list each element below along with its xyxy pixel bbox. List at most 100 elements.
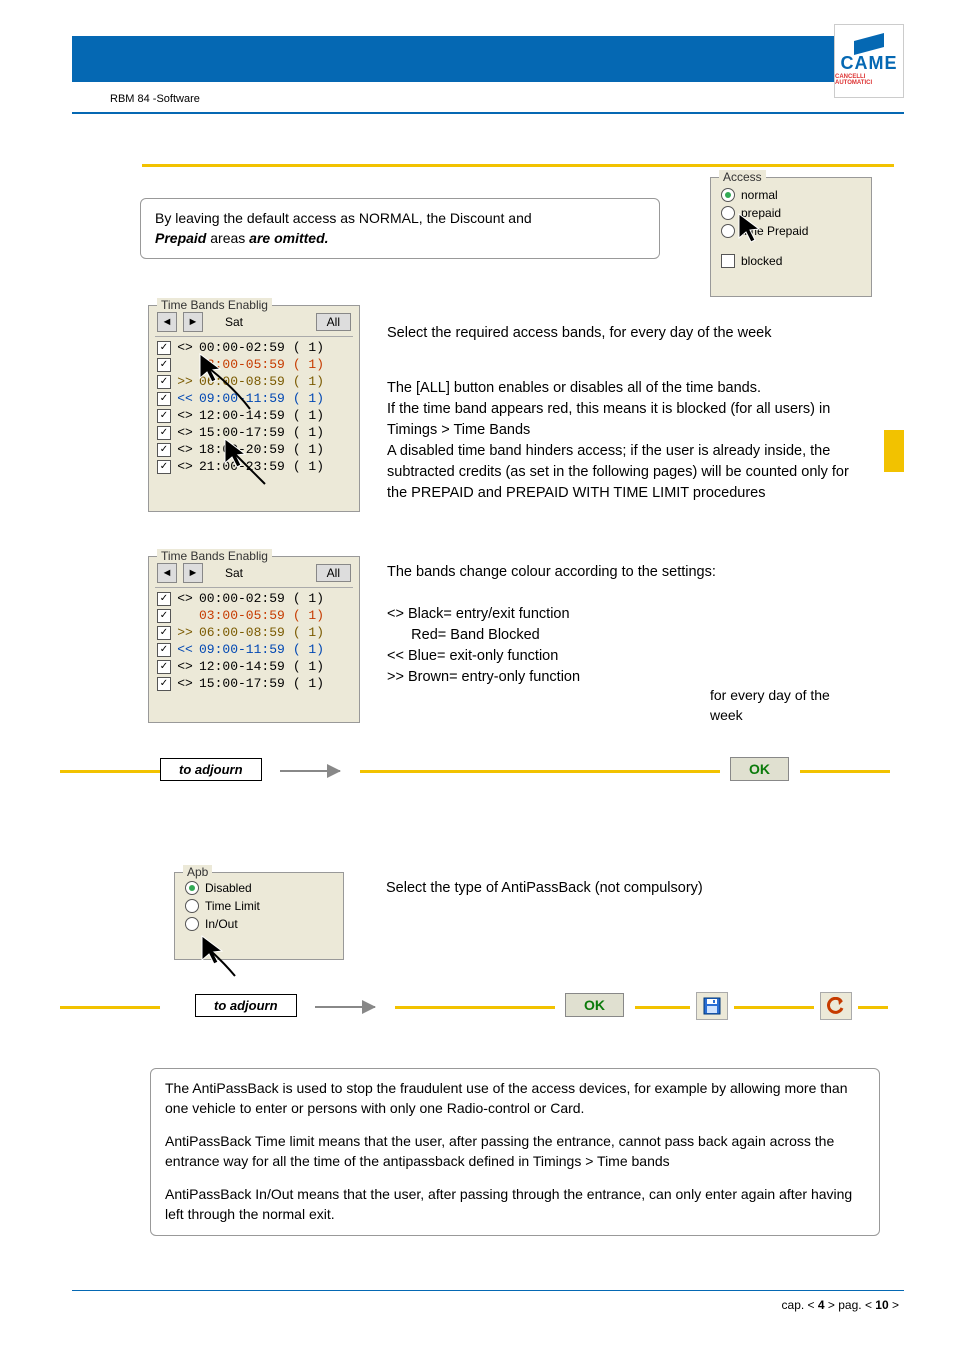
checkbox-icon: ✓ xyxy=(157,341,171,355)
adjourn-tag: to adjourn xyxy=(195,994,297,1017)
time-band-row[interactable]: ✓<>12:00-14:59 ( 1) xyxy=(149,658,359,675)
checkbox-icon: ✓ xyxy=(157,643,171,657)
time-range: 00:00-02:59 xyxy=(199,340,285,355)
legend-black: <> Black= entry/exit function xyxy=(387,604,717,625)
divider xyxy=(72,112,904,114)
timebands-intro-text: Select the required access bands, for ev… xyxy=(387,323,847,344)
apb-info-p3: AntiPassBack In/Out means that the user,… xyxy=(165,1185,865,1224)
apb-option-inout[interactable]: In/Out xyxy=(175,915,343,933)
access-option-time-prepaid[interactable]: time Prepaid xyxy=(711,222,871,240)
time-range: 21:00-23:59 xyxy=(199,459,285,474)
section-divider xyxy=(142,164,894,167)
direction-symbol: >> xyxy=(175,625,195,640)
time-band-row[interactable]: ✓<<09:00-11:59 ( 1) xyxy=(149,641,359,658)
ok-button[interactable]: OK xyxy=(565,993,624,1017)
time-band-row[interactable]: ✓>>06:00-08:59 ( 1) xyxy=(149,373,359,390)
next-day-button[interactable]: ► xyxy=(183,312,203,332)
access-group-title: Access xyxy=(719,170,766,184)
time-band-count: ( 1) xyxy=(293,659,324,674)
time-band-count: ( 1) xyxy=(293,676,324,691)
footer-a: cap. < xyxy=(782,1298,818,1312)
legend-brown: >> Brown= entry-only function xyxy=(387,667,717,688)
checkbox-icon: ✓ xyxy=(157,592,171,606)
apb-heading: Select the type of AntiPassBack (not com… xyxy=(386,878,836,899)
access-option-normal[interactable]: normal xyxy=(711,186,871,204)
radio-icon xyxy=(721,188,735,202)
checkbox-icon: ✓ xyxy=(157,426,171,440)
radio-icon xyxy=(185,881,199,895)
footer-e: > xyxy=(889,1298,899,1312)
all-button[interactable]: All xyxy=(316,564,351,582)
time-band-row[interactable]: ✓>>06:00-08:59 ( 1) xyxy=(149,624,359,641)
logo-subtitle: CANCELLI AUTOMATICI xyxy=(835,74,903,86)
all-button[interactable]: All xyxy=(316,313,351,331)
checkbox-icon xyxy=(721,254,735,268)
prev-day-button[interactable]: ◄ xyxy=(157,563,177,583)
ok-button[interactable]: OK xyxy=(730,757,789,781)
undo-button[interactable] xyxy=(820,992,852,1020)
time-band-row[interactable]: ✓<>18:00-20:59 ( 1) xyxy=(149,441,359,458)
legend-blue: << Blue= exit-only function xyxy=(387,646,717,667)
checkbox-icon: ✓ xyxy=(157,443,171,457)
apb-option-disabled[interactable]: Disabled xyxy=(175,879,343,897)
access-option-label: normal xyxy=(741,188,778,202)
time-range: 09:00-11:59 xyxy=(199,642,285,657)
checkbox-icon: ✓ xyxy=(157,626,171,640)
access-option-label: prepaid xyxy=(741,206,781,220)
arrow-icon xyxy=(315,1006,375,1008)
access-option-label: time Prepaid xyxy=(741,224,808,238)
time-band-row[interactable]: ✓<<09:00-11:59 ( 1) xyxy=(149,390,359,407)
divider xyxy=(155,587,353,588)
info-line2c: are omitted. xyxy=(249,230,328,246)
access-blocked-checkbox[interactable]: blocked xyxy=(711,252,871,270)
time-band-row[interactable]: ✓03:00-05:59 ( 1) xyxy=(149,607,359,624)
page-footer: cap. < 4 > pag. < 10 > xyxy=(782,1298,899,1312)
apb-option-timelimit[interactable]: Time Limit xyxy=(175,897,343,915)
prev-day-button[interactable]: ◄ xyxy=(157,312,177,332)
direction-symbol: <> xyxy=(175,340,195,355)
radio-icon xyxy=(185,917,199,931)
time-band-row[interactable]: ✓<>00:00-02:59 ( 1) xyxy=(149,590,359,607)
time-band-row[interactable]: ✓<>15:00-17:59 ( 1) xyxy=(149,424,359,441)
section-divider xyxy=(858,1006,888,1009)
section-divider xyxy=(800,770,890,773)
time-band-count: ( 1) xyxy=(293,459,324,474)
time-range: 15:00-17:59 xyxy=(199,425,285,440)
info-line1: By leaving the default access as NORMAL,… xyxy=(155,210,532,226)
section-divider xyxy=(360,770,720,773)
save-button[interactable] xyxy=(696,992,728,1020)
time-range: 03:00-05:59 xyxy=(199,608,285,623)
direction-symbol: <> xyxy=(175,425,195,440)
access-option-prepaid[interactable]: prepaid xyxy=(711,204,871,222)
access-blocked-label: blocked xyxy=(741,254,782,268)
time-bands-title: Time Bands Enablig xyxy=(157,549,272,563)
next-day-button[interactable]: ► xyxy=(183,563,203,583)
access-group: Access normal prepaid time Prepaid block… xyxy=(710,177,872,297)
time-band-count: ( 1) xyxy=(293,625,324,640)
radio-icon xyxy=(721,224,735,238)
direction-symbol: <> xyxy=(175,591,195,606)
time-range: 15:00-17:59 xyxy=(199,676,285,691)
direction-symbol: <> xyxy=(175,459,195,474)
footer-page: 10 xyxy=(875,1298,888,1312)
time-band-row[interactable]: ✓03:00-05:59 ( 1) xyxy=(149,356,359,373)
time-range: 18:00-20:59 xyxy=(199,442,285,457)
time-band-row[interactable]: ✓<>00:00-02:59 ( 1) xyxy=(149,339,359,356)
apb-option-label: Time Limit xyxy=(205,899,260,913)
checkbox-icon: ✓ xyxy=(157,660,171,674)
section-divider xyxy=(60,770,160,773)
time-band-count: ( 1) xyxy=(293,357,324,372)
checkbox-icon: ✓ xyxy=(157,677,171,691)
checkbox-icon: ✓ xyxy=(157,460,171,474)
checkbox-icon: ✓ xyxy=(157,358,171,372)
time-band-count: ( 1) xyxy=(293,608,324,623)
section-divider xyxy=(395,1006,555,1009)
time-band-row[interactable]: ✓ <> 21:00-23:59 ( 1) xyxy=(149,458,359,475)
time-band-row[interactable]: ✓<>15:00-17:59 ( 1) xyxy=(149,675,359,692)
time-band-count: ( 1) xyxy=(293,442,324,457)
undo-icon xyxy=(827,997,845,1015)
time-band-count: ( 1) xyxy=(293,642,324,657)
time-band-row[interactable]: ✓<>12:00-14:59 ( 1) xyxy=(149,407,359,424)
direction-symbol: <> xyxy=(175,659,195,674)
time-range: 00:00-02:59 xyxy=(199,591,285,606)
